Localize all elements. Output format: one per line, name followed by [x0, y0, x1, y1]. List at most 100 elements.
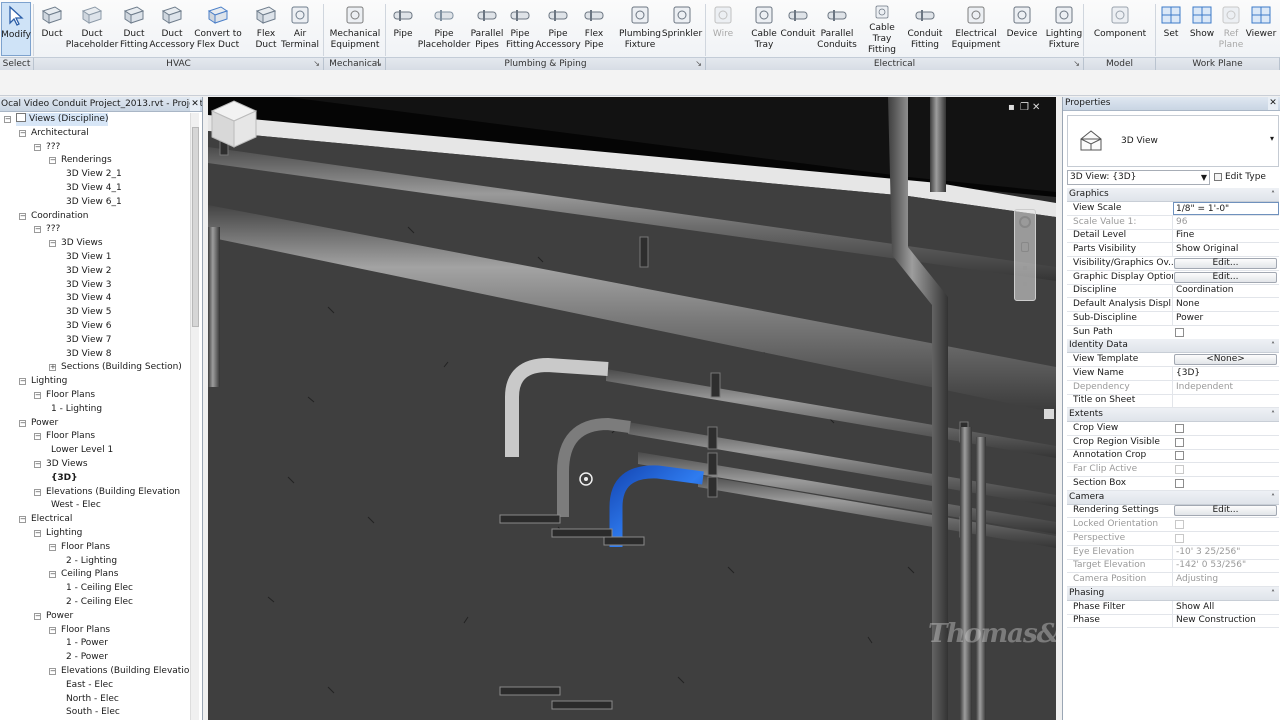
tree-folder[interactable]: Lighting [31, 375, 67, 388]
scrollbar-thumb[interactable] [192, 127, 199, 327]
tree-folder[interactable]: Power [31, 417, 58, 430]
property-edit-button[interactable]: Edit... [1174, 505, 1277, 517]
collapse-group-icon[interactable]: ˄ [1271, 408, 1275, 421]
duct-fitting-button[interactable]: Duct Fitting [114, 2, 154, 56]
conduit-fitting-button[interactable]: Conduit Fitting [904, 2, 946, 56]
collapse-group-icon[interactable]: ˄ [1271, 339, 1275, 352]
property-group[interactable]: Phasing ˄ [1067, 586, 1279, 601]
duct-button[interactable]: Duct [34, 2, 70, 56]
tree-leaf[interactable]: 2 - Power [66, 651, 108, 664]
close-icon[interactable]: ✕ [190, 97, 200, 111]
property-value[interactable] [1172, 394, 1279, 408]
collapse-icon[interactable]: − [34, 530, 41, 537]
collapse-icon[interactable]: − [19, 212, 26, 220]
tree-leaf[interactable]: 2 - Lighting [66, 555, 117, 568]
tree-folder[interactable]: ??? [46, 223, 60, 236]
sprinkler-button[interactable]: Sprinkler [662, 2, 702, 56]
viewport-maximize-icon[interactable]: ❐ [1020, 102, 1029, 113]
collapse-icon[interactable]: − [34, 433, 41, 441]
tree-leaf[interactable]: South - Elec [66, 706, 120, 719]
tree-folder[interactable]: ??? [46, 141, 60, 154]
chevron-down-icon[interactable]: ▾ [1270, 134, 1274, 143]
ref-plane-button[interactable]: Ref Plane [1218, 2, 1244, 56]
property-group[interactable]: Extents ˄ [1067, 408, 1279, 422]
convert-flex-duct-button[interactable]: Convert to Flex Duct [194, 2, 242, 56]
property-value[interactable]: Show All [1172, 600, 1279, 614]
collapse-icon[interactable]: − [19, 516, 26, 524]
device-button[interactable]: Device [1004, 2, 1040, 56]
collapse-icon[interactable]: − [19, 419, 26, 427]
viewcube-icon[interactable] [208, 97, 260, 149]
property-value[interactable]: Coordination [1172, 284, 1279, 298]
property-checkbox[interactable] [1175, 451, 1184, 461]
collapse-icon[interactable]: − [49, 668, 56, 675]
nav-expand-icon[interactable] [1023, 282, 1027, 286]
collapse-group-icon[interactable]: ˄ [1271, 491, 1275, 504]
collapse-group-icon[interactable]: ˄ [1271, 188, 1275, 201]
viewer-button[interactable]: Viewer [1244, 2, 1278, 56]
cable-tray-button[interactable]: Cable Tray [746, 2, 782, 56]
flex-duct-button[interactable]: Flex Duct [254, 2, 278, 56]
property-value-input[interactable]: 1/8" = 1'-0" [1173, 201, 1279, 215]
modify-button[interactable]: Modify [1, 2, 31, 56]
collapse-icon[interactable]: − [34, 488, 41, 496]
collapse-icon[interactable]: − [34, 143, 41, 151]
tree-folder[interactable]: 3D Views [61, 237, 103, 250]
conduit-button[interactable]: Conduit [780, 2, 816, 56]
collapse-icon[interactable]: − [49, 157, 56, 165]
property-edit-button[interactable]: Edit... [1174, 257, 1277, 269]
electrical-equipment-button[interactable]: Electrical Equipment [952, 2, 1000, 56]
viewport-restore-icon[interactable]: ▪ [1008, 102, 1015, 113]
property-edit-button[interactable]: <None> [1174, 354, 1277, 365]
mechanical-equipment-button[interactable]: Mechanical Equipment [326, 2, 384, 56]
3d-viewport[interactable]: ▪ ❐ ✕ Thomas&Betts [208, 97, 1056, 720]
tree-folder[interactable]: Ceiling Plans [61, 568, 118, 581]
tree-folder[interactable]: Elevations (Building Elevation [61, 665, 195, 678]
flex-pipe-button[interactable]: Flex Pipe [580, 2, 608, 56]
tree-folder[interactable]: Floor Plans [46, 389, 95, 402]
dialog-launcher-icon[interactable]: ↘ [695, 58, 702, 70]
tree-folder[interactable]: Sections (Building Section) [61, 361, 182, 374]
collapse-icon[interactable]: − [49, 240, 56, 248]
tree-leaf[interactable]: 3D View 7 [66, 334, 111, 347]
property-group[interactable]: Identity Data ˄ [1067, 339, 1279, 354]
tree-folder[interactable]: Floor Plans [46, 430, 95, 443]
tree-leaf[interactable]: North - Elec [66, 693, 119, 706]
nav-menu-icon[interactable] [1023, 266, 1027, 270]
edit-type-button[interactable]: Edit Type [1213, 170, 1279, 185]
tree-folder[interactable]: Renderings [61, 154, 112, 167]
dialog-launcher-icon[interactable]: ↘ [375, 58, 382, 70]
tree-leaf[interactable]: 3D View 6_1 [66, 196, 122, 209]
property-value[interactable]: Power [1172, 311, 1279, 325]
tree-folder[interactable]: Views (Discipline) [16, 113, 109, 126]
navigation-bar[interactable] [1014, 209, 1036, 301]
cable-tray-fitting-button[interactable]: Cable Tray Fitting [860, 2, 904, 56]
lighting-fixture-button[interactable]: Lighting Fixture [1042, 2, 1086, 56]
pipe-placeholder-button[interactable]: Pipe Placeholder [418, 2, 470, 56]
tree-folder[interactable]: Floor Plans [61, 541, 110, 554]
instance-filter-select[interactable]: 3D View: {3D} ▼ [1067, 170, 1210, 185]
tree-leaf[interactable]: 3D View 1 [66, 251, 111, 264]
tree-leaf[interactable]: 3D View 2 [66, 265, 111, 278]
property-checkbox[interactable] [1175, 478, 1184, 488]
tree-leaf[interactable]: 3D View 2_1 [66, 168, 122, 181]
tree-folder[interactable]: Lighting [46, 527, 82, 540]
type-selector[interactable]: 3D View ▾ [1067, 115, 1279, 167]
tree-leaf[interactable]: 1 - Lighting [51, 403, 102, 416]
tree-leaf[interactable]: West - Elec [51, 499, 101, 512]
collapse-icon[interactable]: − [19, 378, 26, 386]
tree-leaf[interactable]: East - Elec [66, 679, 113, 692]
collapse-group-icon[interactable]: ˄ [1271, 587, 1275, 600]
wire-button[interactable]: Wire [706, 2, 740, 56]
property-edit-button[interactable]: Edit... [1174, 271, 1277, 283]
property-group[interactable]: Graphics ˄ [1067, 188, 1279, 202]
property-value[interactable]: {3D} [1172, 366, 1279, 380]
pipe-accessory-button[interactable]: Pipe Accessory [535, 2, 581, 56]
project-browser-scrollbar[interactable] [190, 113, 199, 720]
tree-folder[interactable]: Power [46, 610, 73, 623]
tree-folder[interactable]: 3D Views [46, 458, 88, 471]
tree-folder[interactable]: Architectural [31, 127, 89, 140]
tree-folder[interactable]: Electrical [31, 513, 72, 526]
tree-leaf[interactable]: 3D View 4 [66, 292, 111, 305]
collapse-icon[interactable]: − [34, 392, 41, 399]
